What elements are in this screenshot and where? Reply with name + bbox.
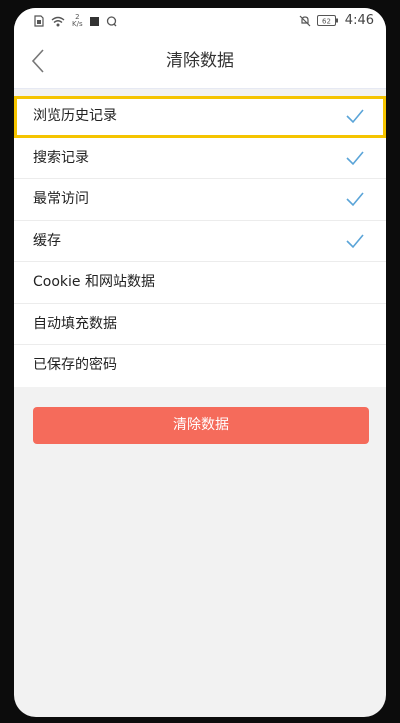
sim-icon xyxy=(34,15,44,27)
battery-icon: 62 xyxy=(316,15,338,26)
option-label: 搜索记录 xyxy=(33,149,89,166)
status-bar: 2 K/s 62 4:46 xyxy=(14,8,386,34)
check-icon xyxy=(346,192,364,207)
option-label: 浏览历史记录 xyxy=(33,108,117,124)
screen: 2 K/s 62 4:46 清除数据 浏览历史记录 搜索记录 最常访问 缓存 C… xyxy=(14,8,386,717)
option-cache[interactable]: 缓存 xyxy=(14,221,386,262)
battery-level: 62 xyxy=(322,17,331,25)
clear-data-button[interactable]: 清除数据 xyxy=(33,407,369,444)
chat-bubble-icon xyxy=(106,15,117,26)
option-browsing-history[interactable]: 浏览历史记录 xyxy=(14,96,386,138)
stop-square-icon xyxy=(89,16,99,26)
option-label: 自动填充数据 xyxy=(33,315,117,332)
option-label: 最常访问 xyxy=(33,191,89,207)
option-label: 缓存 xyxy=(33,232,61,249)
net-speed-unit: K/s xyxy=(72,20,83,28)
status-left: 2 K/s xyxy=(34,14,117,28)
wifi-icon xyxy=(51,16,65,26)
check-icon xyxy=(346,150,364,165)
option-saved-passwords[interactable]: 已保存的密码 xyxy=(14,345,386,387)
net-speed: 2 K/s xyxy=(72,14,83,28)
clock: 4:46 xyxy=(344,13,374,28)
option-label: 已保存的密码 xyxy=(33,357,117,373)
check-icon xyxy=(346,109,364,124)
option-label: Cookie 和网站数据 xyxy=(33,274,155,290)
option-autofill[interactable]: 自动填充数据 xyxy=(14,304,386,345)
chevron-left-icon xyxy=(31,49,44,73)
options-list: 浏览历史记录 搜索记录 最常访问 缓存 Cookie 和网站数据 自动填充数据 … xyxy=(14,96,386,387)
option-cookies[interactable]: Cookie 和网站数据 xyxy=(14,262,386,304)
back-button[interactable] xyxy=(22,44,54,78)
status-right: 62 4:46 xyxy=(299,13,374,28)
option-search-history[interactable]: 搜索记录 xyxy=(14,138,386,179)
option-most-visited[interactable]: 最常访问 xyxy=(14,179,386,221)
check-icon xyxy=(346,233,364,248)
mute-bell-icon xyxy=(299,15,311,26)
header-bar: 清除数据 xyxy=(14,34,386,89)
phone-frame: 2 K/s 62 4:46 清除数据 浏览历史记录 搜索记录 最常访问 缓存 C… xyxy=(0,0,400,723)
page-title: 清除数据 xyxy=(166,51,234,71)
